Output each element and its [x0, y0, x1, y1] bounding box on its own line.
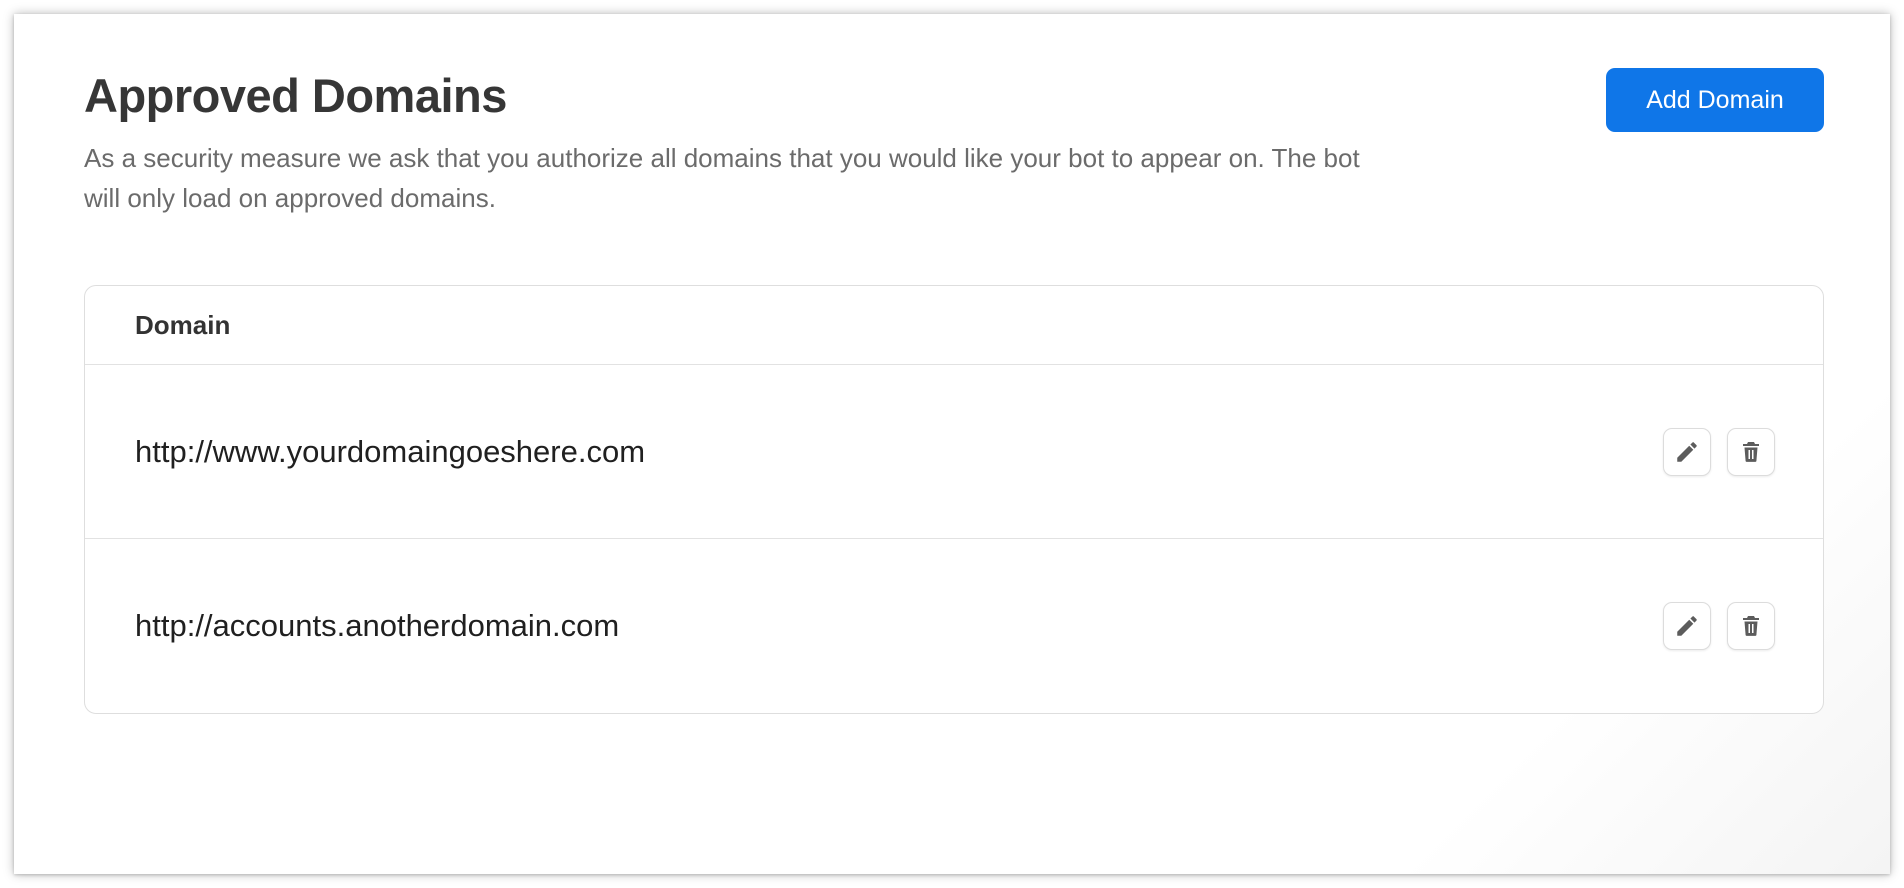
add-domain-button[interactable]: Add Domain — [1606, 68, 1824, 132]
row-actions — [1663, 427, 1775, 476]
column-header-domain: Domain — [135, 309, 231, 340]
domain-url: http://www.yourdomaingoeshere.com — [135, 433, 646, 469]
edit-domain-button[interactable] — [1663, 427, 1711, 476]
table-header: Domain — [85, 286, 1823, 365]
page-description: As a security measure we ask that you au… — [84, 143, 1360, 213]
row-actions — [1663, 601, 1775, 650]
delete-domain-button[interactable] — [1727, 427, 1775, 476]
page-header: Approved Domains As a security measure w… — [84, 66, 1834, 218]
page-title: Approved Domains — [84, 69, 507, 122]
trash-icon — [1739, 613, 1763, 639]
pencil-icon — [1674, 439, 1700, 465]
table-row: http://accounts.anotherdomain.com — [85, 538, 1823, 712]
trash-icon — [1739, 439, 1763, 465]
domains-table: Domain http://www.yourdomaingoeshere.com… — [84, 285, 1824, 714]
delete-domain-button[interactable] — [1727, 601, 1775, 650]
table-row: http://www.yourdomaingoeshere.com — [85, 365, 1823, 538]
approved-domains-panel: Approved Domains As a security measure w… — [14, 14, 1890, 874]
domain-url: http://accounts.anotherdomain.com — [135, 607, 620, 643]
pencil-icon — [1674, 613, 1700, 639]
edit-domain-button[interactable] — [1663, 601, 1711, 650]
